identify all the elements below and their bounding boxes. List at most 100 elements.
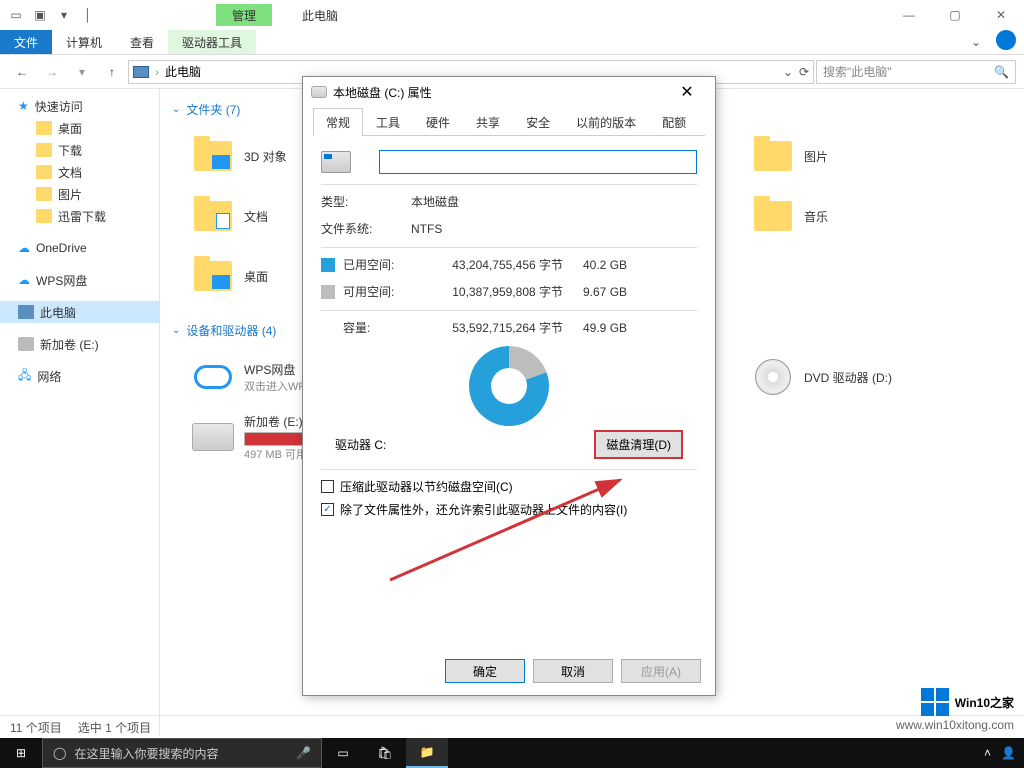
ribbon-expand-icon[interactable]: ⌄ [956, 30, 996, 54]
used-gb: 40.2 GB [583, 258, 627, 272]
folder-icon [36, 209, 52, 223]
taskbar-app-explorer[interactable]: 📁 [406, 738, 448, 768]
explorer-icon: ▭ [4, 4, 28, 26]
sidebar-item-downloads[interactable]: 下载 [0, 139, 159, 161]
task-view-button[interactable]: ▭ [322, 738, 364, 768]
folder-icon [754, 201, 792, 231]
volume-name-input[interactable] [379, 150, 697, 174]
dialog-body: 类型:本地磁盘 文件系统:NTFS 已用空间: 43,204,755,456 字… [303, 136, 715, 538]
tray-overflow-icon[interactable]: ˄ [984, 746, 991, 760]
dialog-titlebar[interactable]: 本地磁盘 (C:) 属性 ✕ [303, 77, 715, 107]
help-icon[interactable] [996, 30, 1016, 50]
tab-previous-versions[interactable]: 以前的版本 [563, 108, 649, 136]
dialog-close-button[interactable]: ✕ [667, 82, 707, 102]
sidebar-onedrive[interactable]: ☁OneDrive [0, 237, 159, 259]
item-count: 11 个项目 [10, 719, 62, 736]
checkbox-unchecked-icon[interactable] [321, 480, 334, 493]
properties-dialog: 本地磁盘 (C:) 属性 ✕ 常规 工具 硬件 共享 安全 以前的版本 配额 类… [302, 76, 716, 696]
tray-people-icon[interactable]: 👤 [1001, 746, 1016, 760]
taskbar-search-input[interactable]: ◯ 在这里输入你要搜索的内容 🎤 [42, 738, 322, 768]
tab-sharing[interactable]: 共享 [463, 108, 513, 136]
tab-hardware[interactable]: 硬件 [413, 108, 463, 136]
nav-history-dropdown[interactable]: ▾ [68, 59, 96, 85]
window-title: 此电脑 [302, 7, 338, 24]
watermark-url: www.win10xitong.com [896, 718, 1014, 732]
checkbox-checked-icon[interactable]: ✓ [321, 503, 334, 516]
sidebar-item-thunder[interactable]: 迅雷下载 [0, 205, 159, 227]
qat-dropdown-icon[interactable]: ▾ [52, 4, 76, 26]
tab-quota[interactable]: 配额 [649, 108, 699, 136]
capacity-gb: 49.9 GB [583, 321, 627, 335]
folder-icon [36, 143, 52, 157]
capacity-label: 容量: [343, 319, 413, 336]
pc-icon [133, 66, 149, 78]
type-value: 本地磁盘 [411, 193, 459, 210]
drive-icon [311, 86, 327, 98]
maximize-button[interactable]: ▢ [932, 0, 978, 30]
taskbar-app-store[interactable]: 🛍 [364, 738, 406, 768]
sidebar-quick-access[interactable]: ★快速访问 [0, 95, 159, 117]
qat-properties-icon[interactable]: ▣ [28, 4, 52, 26]
nav-forward-button[interactable]: → [38, 59, 66, 85]
windows-logo-icon [921, 688, 949, 716]
ribbon: 文件 计算机 查看 驱动器工具 ⌄ [0, 30, 1024, 55]
dialog-title: 本地磁盘 (C:) 属性 [333, 84, 432, 101]
ok-button[interactable]: 确定 [445, 659, 525, 683]
free-label: 可用空间: [343, 283, 413, 300]
fs-value: NTFS [411, 222, 442, 236]
cloud-icon: ☁ [18, 273, 30, 287]
sidebar-new-volume[interactable]: 新加卷 (E:) [0, 333, 159, 355]
folder-icon [194, 261, 232, 291]
drive-icon [321, 151, 351, 173]
search-input[interactable]: 搜索"此电脑" 🔍 [816, 60, 1016, 84]
address-dropdown-icon[interactable]: ⌄ [783, 65, 793, 79]
pc-icon [18, 305, 34, 319]
folder-icon [194, 141, 232, 171]
ribbon-tab-computer[interactable]: 计算机 [52, 30, 116, 54]
sidebar-network[interactable]: 🖧网络 [0, 365, 159, 387]
sidebar-item-pictures[interactable]: 图片 [0, 183, 159, 205]
cloud-icon [194, 365, 232, 389]
titlebar: ▭ ▣ ▾ │ 管理 此电脑 — ▢ ✕ [0, 0, 1024, 30]
disk-cleanup-button[interactable]: 磁盘清理(D) [594, 430, 683, 459]
watermark: Win10之家 www.win10xitong.com [896, 688, 1014, 732]
search-icon: 🔍 [994, 65, 1009, 79]
refresh-icon[interactable]: ⟳ [799, 65, 809, 79]
index-checkbox-row[interactable]: ✓ 除了文件属性外，还允许索引此驱动器上文件的内容(I) [321, 501, 697, 518]
tab-security[interactable]: 安全 [513, 108, 563, 136]
start-button[interactable]: ⊞ [0, 738, 42, 768]
taskbar: ⊞ ◯ 在这里输入你要搜索的内容 🎤 ▭ 🛍 📁 ˄ 👤 [0, 738, 1024, 768]
compress-checkbox-row[interactable]: 压缩此驱动器以节约磁盘空间(C) [321, 478, 697, 495]
minimize-button[interactable]: — [886, 0, 932, 30]
ribbon-tab-view[interactable]: 查看 [116, 30, 168, 54]
used-label: 已用空间: [343, 256, 413, 273]
device-item-dvd[interactable]: DVD 驱动器 (D:) [752, 347, 992, 407]
selected-count: 选中 1 个项目 [78, 719, 151, 736]
window-controls: — ▢ ✕ [886, 0, 1024, 30]
nav-up-button[interactable]: ↑ [98, 59, 126, 85]
sidebar-wps[interactable]: ☁WPS网盘 [0, 269, 159, 291]
cloud-icon: ☁ [18, 241, 30, 255]
sidebar-item-documents[interactable]: 文档 [0, 161, 159, 183]
ribbon-tab-drive-tools[interactable]: 驱动器工具 [168, 30, 256, 54]
dvd-icon [755, 359, 791, 395]
free-bytes: 10,387,959,808 字节 [413, 283, 563, 300]
fs-label: 文件系统: [321, 220, 411, 237]
folder-item-pictures[interactable]: 图片 [752, 126, 992, 186]
tab-general[interactable]: 常规 [313, 108, 363, 136]
sidebar-item-desktop[interactable]: 桌面 [0, 117, 159, 139]
sidebar-this-pc[interactable]: 此电脑 [0, 301, 159, 323]
cancel-button[interactable]: 取消 [533, 659, 613, 683]
nav-back-button[interactable]: ← [8, 59, 36, 85]
breadcrumb-location[interactable]: 此电脑 [165, 63, 201, 80]
breadcrumb-sep-icon: › [155, 65, 159, 79]
type-label: 类型: [321, 193, 411, 210]
close-button[interactable]: ✕ [978, 0, 1024, 30]
file-tab[interactable]: 文件 [0, 30, 52, 54]
free-swatch [321, 285, 335, 299]
apply-button[interactable]: 应用(A) [621, 659, 701, 683]
drive-c-label: 驱动器 C: [335, 436, 386, 453]
drive-icon [192, 423, 234, 451]
folder-item-music[interactable]: 音乐 [752, 186, 992, 246]
tab-tools[interactable]: 工具 [363, 108, 413, 136]
